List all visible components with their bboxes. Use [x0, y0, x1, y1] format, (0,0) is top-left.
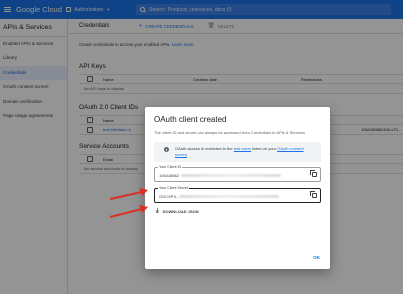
copy-icon[interactable]: [310, 170, 317, 177]
oauth-client-created-dialog: OAuth client created The client ID and s…: [145, 107, 330, 269]
client-secret-text: GOCSPX-: [159, 194, 178, 199]
client-id-label: Your Client ID: [158, 165, 183, 169]
notice-middle: listed on your: [252, 146, 276, 151]
redacted-blur: [181, 174, 282, 177]
redacted-blur: [179, 195, 280, 198]
dialog-title: OAuth client created: [154, 115, 227, 124]
info-icon: i: [164, 147, 169, 152]
download-json-label: DOWNLOAD JSON: [162, 209, 199, 214]
download-json-button[interactable]: ⤓ DOWNLOAD JSON: [156, 208, 321, 214]
ok-button[interactable]: OK: [313, 255, 320, 260]
notice-text: OAuth access is restricted to the test u…: [175, 146, 313, 157]
info-notice: i OAuth access is restricted to the test…: [154, 142, 321, 162]
test-users-link[interactable]: test users: [234, 146, 251, 151]
client-id-text: 106418862: [159, 173, 180, 178]
client-id-value: 106418862: [159, 173, 316, 178]
notice-prefix: OAuth access is restricted to the: [175, 146, 233, 151]
annotation-arrow-client-secret: [109, 205, 148, 218]
client-id-field[interactable]: Your Client ID 106418862: [154, 165, 321, 182]
download-icon: ⤓: [156, 208, 159, 214]
annotation-arrow-client-id: [109, 188, 148, 200]
client-secret-label: Your Client Secret: [158, 186, 189, 190]
copy-icon[interactable]: [310, 191, 317, 198]
client-secret-field[interactable]: Your Client Secret GOCSPX-: [154, 186, 321, 203]
client-secret-value: GOCSPX-: [159, 194, 316, 199]
dialog-description: The client ID and secret can always be a…: [154, 130, 305, 135]
